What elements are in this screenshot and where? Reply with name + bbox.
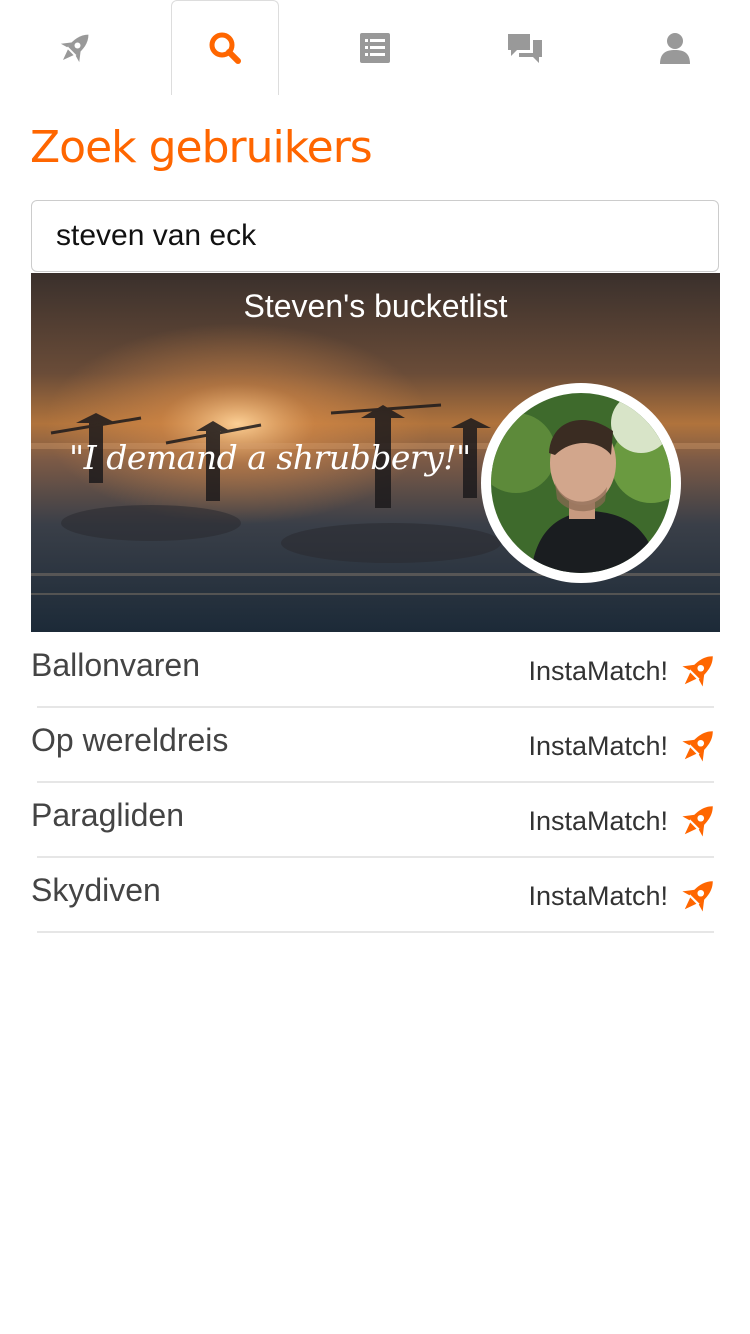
bucketlist-item-label: Skydiven (31, 872, 161, 908)
tab-profile[interactable] (621, 0, 729, 95)
list-item: Op wereldreis InstaMatch! (31, 708, 714, 783)
instamatch-label: InstaMatch! (528, 880, 668, 911)
bucketlist-item-label: Ballonvaren (31, 647, 200, 683)
tab-search[interactable] (171, 0, 279, 95)
tab-list[interactable] (321, 0, 429, 95)
avatar (481, 383, 681, 583)
tab-chat[interactable] (471, 0, 579, 95)
avatar-photo (491, 393, 671, 573)
page-title: Zoek gebruikers (30, 122, 373, 173)
list-icon (360, 32, 390, 63)
rocket-icon (682, 806, 713, 837)
bucketlist-banner: Steven's bucketlist "I demand a shrubber… (31, 273, 720, 632)
rocket-icon (682, 731, 713, 762)
bucketlist: Ballonvaren InstaMatch! Op wereldreis In… (31, 633, 720, 933)
list-item: Skydiven InstaMatch! (31, 858, 714, 933)
list-item: Ballonvaren InstaMatch! (31, 633, 714, 708)
instamatch-button[interactable]: InstaMatch! (528, 799, 720, 843)
instamatch-button[interactable]: InstaMatch! (528, 724, 720, 768)
instamatch-label: InstaMatch! (528, 655, 668, 686)
search-input[interactable] (31, 200, 719, 272)
tab-rocket[interactable] (21, 0, 129, 95)
rocket-icon (682, 656, 713, 687)
instamatch-label: InstaMatch! (528, 805, 668, 836)
rocket-icon (60, 34, 89, 62)
instamatch-button[interactable]: InstaMatch! (528, 874, 720, 918)
list-item: Paragliden InstaMatch! (31, 783, 714, 858)
banner-title: Steven's bucketlist (243, 288, 508, 324)
bucketlist-item-label: Paragliden (31, 797, 184, 833)
search-icon (209, 32, 241, 64)
rocket-icon (682, 881, 713, 912)
tab-bar (0, 0, 750, 95)
user-icon (660, 32, 690, 64)
instamatch-label: InstaMatch! (528, 730, 668, 761)
chat-icon (508, 33, 542, 63)
bucketlist-item-label: Op wereldreis (31, 722, 229, 758)
banner-quote: "I demand a shrubbery!" (69, 438, 471, 477)
instamatch-button[interactable]: InstaMatch! (528, 649, 720, 693)
